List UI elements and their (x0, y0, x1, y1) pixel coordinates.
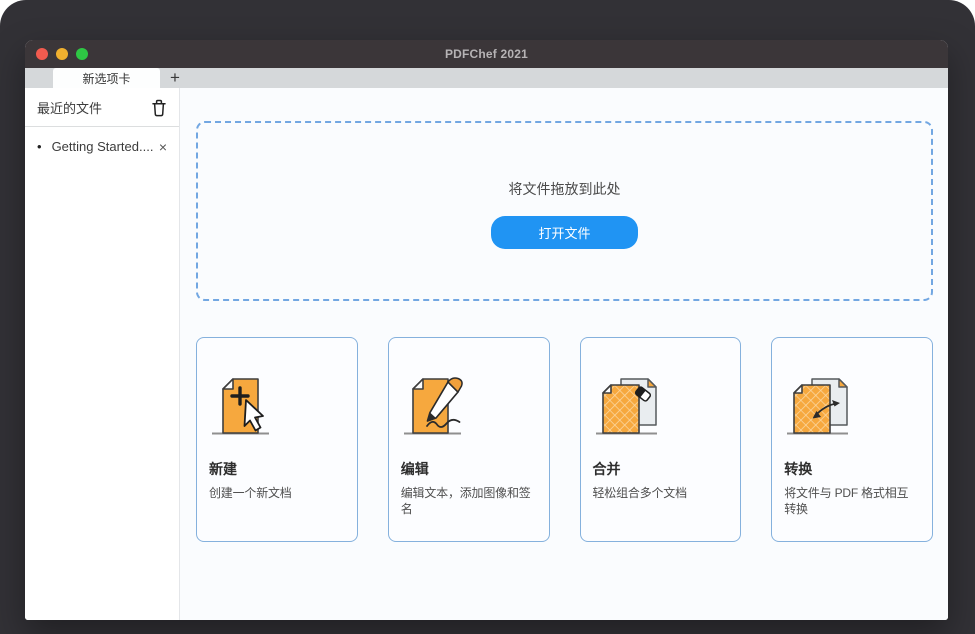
close-window-button[interactable] (36, 48, 48, 60)
card-description: 编辑文本，添加图像和签名 (401, 485, 537, 517)
card-description: 轻松组合多个文档 (593, 485, 729, 501)
tab-bar: 新选项卡 + (25, 68, 948, 88)
add-tab-button[interactable]: + (161, 67, 189, 88)
card-edit[interactable]: 编辑 编辑文本，添加图像和签名 (388, 337, 550, 542)
recent-files-title: 最近的文件 (37, 98, 102, 117)
minimize-window-button[interactable] (56, 48, 68, 60)
action-cards: 新建 创建一个新文档 编辑 编辑文本，添加图像和签名 (196, 337, 933, 542)
card-new[interactable]: 新建 创建一个新文档 (196, 337, 358, 542)
trash-icon[interactable] (151, 99, 167, 117)
recent-file-name[interactable]: Getting Started.... (52, 139, 153, 154)
card-title: 合并 (593, 459, 729, 479)
tab-new-tab[interactable]: 新选项卡 (53, 68, 160, 88)
card-merge[interactable]: 合并 轻松组合多个文档 (580, 337, 742, 542)
close-icon[interactable]: × (159, 140, 167, 154)
merge-documents-icon (595, 375, 667, 437)
card-title: 编辑 (401, 459, 537, 479)
window-controls (36, 48, 88, 60)
zoom-window-button[interactable] (76, 48, 88, 60)
app-body: 最近的文件 • Getting Started.... × 将文件拖放到此处 打… (25, 88, 948, 620)
main-content: 将文件拖放到此处 打开文件 新建 创建一个新文档 (180, 88, 948, 620)
card-title: 转换 (784, 459, 920, 479)
drop-zone-text: 将文件拖放到此处 (509, 179, 621, 199)
card-title: 新建 (209, 459, 345, 479)
card-description: 创建一个新文档 (209, 485, 345, 501)
card-description: 将文件与 PDF 格式相互转换 (784, 485, 920, 517)
edit-document-icon (403, 375, 475, 437)
recent-file-item[interactable]: • Getting Started.... × (25, 127, 179, 164)
recent-files-header: 最近的文件 (25, 88, 179, 126)
card-convert[interactable]: 转换 将文件与 PDF 格式相互转换 (771, 337, 933, 542)
file-drop-zone[interactable]: 将文件拖放到此处 打开文件 (196, 121, 933, 301)
bullet-icon: • (37, 139, 42, 154)
app-window: PDFChef 2021 新选项卡 + 最近的文件 • Getting S (25, 40, 948, 620)
plus-icon: + (170, 68, 180, 88)
convert-documents-icon (786, 375, 858, 437)
window-title: PDFChef 2021 (445, 47, 528, 61)
tab-label: 新选项卡 (82, 70, 130, 87)
new-document-icon (211, 375, 283, 437)
sidebar-recent-files: 最近的文件 • Getting Started.... × (25, 88, 180, 620)
open-file-button[interactable]: 打开文件 (491, 216, 637, 249)
titlebar: PDFChef 2021 (25, 40, 948, 68)
